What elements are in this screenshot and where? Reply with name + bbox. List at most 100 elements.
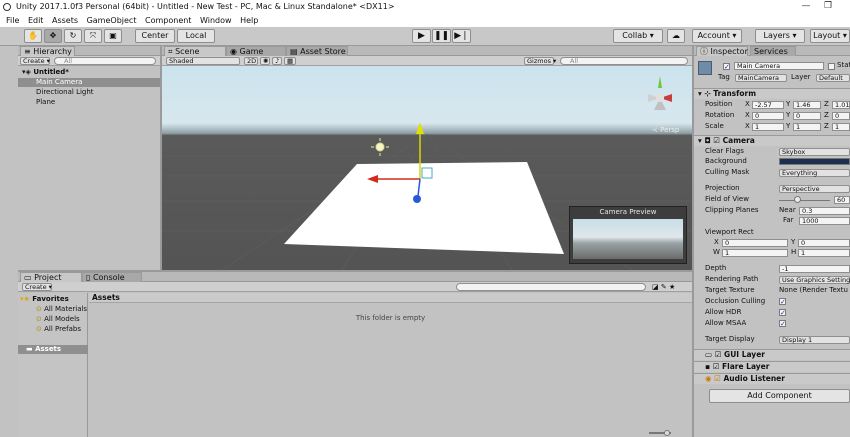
audio-toggle[interactable]: ♪ — [272, 57, 282, 65]
hierarchy-create-dropdown[interactable]: Create ▾ — [20, 57, 50, 65]
persp-label[interactable]: ≺ Persp — [652, 126, 679, 134]
account-button[interactable]: Account ▾ — [692, 29, 742, 43]
effects-dropdown[interactable]: ▦ — [284, 57, 296, 65]
camera-component-header[interactable]: ▾ ◘ ☑ Camera — [694, 135, 850, 146]
rotation-y-input[interactable]: 0 — [793, 112, 821, 120]
pause-button[interactable]: ❚❚ — [432, 29, 451, 43]
scale-x-input[interactable]: 1 — [752, 123, 784, 131]
projection-dropdown[interactable]: Perspective — [779, 185, 850, 193]
rect-tool-button[interactable]: ▣ — [104, 29, 122, 43]
fov-slider-handle[interactable] — [794, 196, 801, 203]
scene-root-item[interactable]: ▾◈ Untitled* — [18, 68, 160, 77]
allow-msaa-checkbox[interactable]: ✓ — [779, 320, 786, 328]
menu-component[interactable]: Component — [145, 16, 191, 25]
lighting-toggle[interactable]: ✺ — [260, 57, 270, 65]
rotate-tool-button[interactable]: ↻ — [64, 29, 82, 43]
menu-window[interactable]: Window — [200, 16, 232, 25]
scene-search-input[interactable]: All — [560, 57, 688, 65]
collab-button[interactable]: Collab ▾ — [613, 29, 663, 43]
add-component-button[interactable]: Add Component — [709, 389, 850, 403]
directional-light-icon[interactable] — [371, 138, 389, 156]
viewport-x-input[interactable]: 0 — [722, 239, 788, 247]
hierarchy-item-plane[interactable]: Plane — [18, 98, 160, 107]
orientation-gizmo[interactable] — [648, 76, 672, 110]
gizmo-y-arrow[interactable] — [416, 122, 424, 134]
allow-hdr-checkbox[interactable]: ✓ — [779, 309, 786, 317]
scene-viewport[interactable]: ≺ Persp Camera Preview — [162, 66, 692, 270]
menu-edit[interactable]: Edit — [28, 16, 44, 25]
tab-project[interactable]: ▭ Project — [20, 272, 82, 282]
culling-mask-dropdown[interactable]: Everything — [779, 169, 850, 177]
tab-hierarchy[interactable]: ≡ Hierarchy — [20, 46, 75, 56]
assets-tree-item[interactable]: ▬ Assets — [18, 345, 88, 354]
static-checkbox[interactable] — [828, 63, 835, 70]
scale-z-input[interactable]: 1 — [832, 123, 850, 131]
rendering-path-dropdown[interactable]: Use Graphics Setting — [779, 276, 850, 284]
clear-flags-dropdown[interactable]: Skybox — [779, 148, 850, 156]
maximize-button[interactable]: ❐ — [818, 0, 838, 14]
hierarchy-item-directional-light[interactable]: Directional Light — [18, 88, 160, 97]
tab-inspector[interactable]: ⓘ Inspector — [696, 46, 748, 56]
shading-mode-dropdown[interactable]: Shaded — [166, 57, 240, 65]
favorite-all-materials[interactable]: ⊙ All Materials — [36, 305, 87, 314]
near-input[interactable]: 0.3 — [799, 207, 850, 215]
hand-tool-button[interactable]: ✋ — [24, 29, 42, 43]
menu-gameobject[interactable]: GameObject — [87, 16, 137, 25]
tab-services[interactable]: Services — [750, 46, 796, 56]
audio-listener-header[interactable]: ◉ ☑ Audio Listener — [694, 373, 850, 384]
pivot-local-button[interactable]: Local — [177, 29, 215, 43]
viewport-h-input[interactable]: 1 — [798, 249, 850, 257]
layout-button[interactable]: Layout ▾ — [810, 29, 850, 43]
cloud-button[interactable]: ☁ — [667, 29, 685, 43]
tag-dropdown[interactable]: MainCamera — [735, 74, 787, 82]
transform-header[interactable]: ▾ ⊹ Transform — [694, 88, 850, 99]
viewport-y-input[interactable]: 0 — [798, 239, 850, 247]
tab-game[interactable]: ◉ Game — [226, 46, 286, 56]
depth-input[interactable]: -1 — [779, 265, 850, 273]
assets-breadcrumb[interactable]: Assets — [89, 293, 692, 303]
menu-file[interactable]: File — [6, 16, 19, 25]
fov-slider-track[interactable] — [779, 200, 830, 201]
project-search-input[interactable] — [456, 283, 646, 291]
pivot-center-button[interactable]: Center — [135, 29, 175, 43]
layers-button[interactable]: Layers ▾ — [755, 29, 805, 43]
play-button[interactable]: ▶ — [412, 29, 431, 43]
filter-icons[interactable]: ◪ ✎ ★ — [652, 283, 675, 291]
target-texture-field[interactable]: None (Render Textu — [779, 286, 850, 295]
object-name-input[interactable]: Main Camera — [734, 62, 824, 70]
gizmos-dropdown[interactable]: Gizmos ▾ — [524, 57, 556, 65]
menu-help[interactable]: Help — [240, 16, 258, 25]
rotation-z-input[interactable]: 0 — [832, 112, 850, 120]
flare-layer-header[interactable]: ▪ ☑ Flare Layer — [694, 361, 850, 372]
tab-scene[interactable]: ⌗ Scene — [164, 46, 226, 56]
gui-layer-header[interactable]: ▭ ☑ GUI Layer — [694, 349, 850, 360]
tab-asset-store[interactable]: ▤ Asset Store — [286, 46, 348, 56]
active-checkbox[interactable]: ✓ — [723, 63, 730, 71]
hierarchy-search-input[interactable]: All — [54, 57, 156, 65]
icon-size-slider-handle[interactable] — [664, 430, 670, 436]
2d-toggle[interactable]: 2D — [244, 57, 258, 65]
far-input[interactable]: 1000 — [799, 217, 850, 225]
gizmo-z-handle[interactable] — [413, 195, 421, 203]
background-color-swatch[interactable] — [779, 158, 850, 165]
occlusion-culling-checkbox[interactable]: ✓ — [779, 298, 786, 306]
menu-assets[interactable]: Assets — [52, 16, 78, 25]
step-button[interactable]: ▶❘ — [452, 29, 471, 43]
viewport-w-input[interactable]: 1 — [722, 249, 788, 257]
target-display-dropdown[interactable]: Display 1 — [779, 336, 850, 344]
rotation-x-input[interactable]: 0 — [752, 112, 784, 120]
tab-console[interactable]: ▯ Console — [82, 272, 142, 282]
fov-input[interactable]: 60 — [834, 196, 850, 204]
scale-y-input[interactable]: 1 — [793, 123, 821, 131]
position-y-input[interactable]: 1.46 — [793, 101, 821, 109]
position-z-input[interactable]: 1.01 — [832, 101, 850, 109]
favorite-all-prefabs[interactable]: ⊙ All Prefabs — [36, 325, 81, 334]
hierarchy-item-main-camera[interactable]: Main Camera — [18, 78, 160, 87]
project-create-dropdown[interactable]: Create ▾ — [22, 283, 52, 291]
layer-dropdown[interactable]: Default — [816, 74, 850, 82]
position-x-input[interactable]: -2.57 — [752, 101, 784, 109]
move-tool-button[interactable]: ✥ — [44, 29, 62, 43]
scale-tool-button[interactable]: ⤧ — [84, 29, 102, 43]
favorites-node[interactable]: ▾★ Favorites — [20, 295, 69, 304]
minimize-button[interactable]: — — [796, 0, 816, 14]
